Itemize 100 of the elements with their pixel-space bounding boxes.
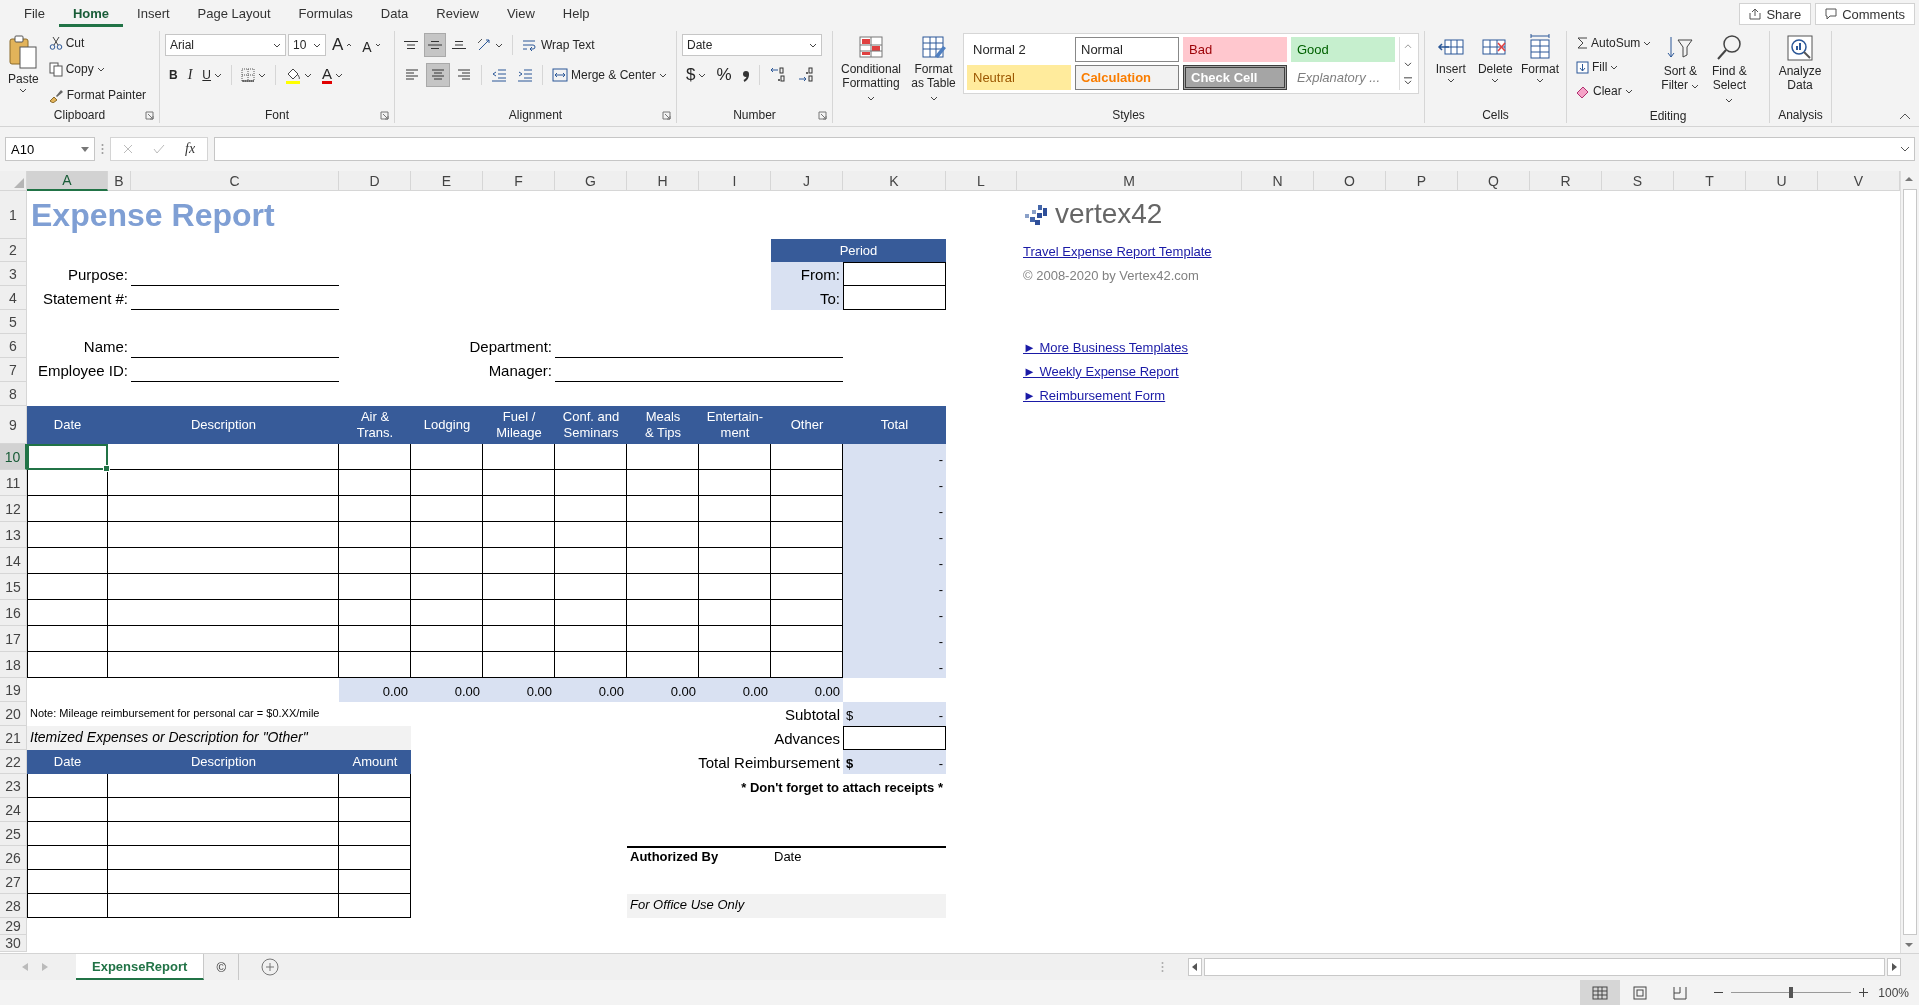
share-button[interactable]: Share: [1739, 3, 1812, 25]
column-header[interactable]: M: [1017, 171, 1242, 191]
column-header[interactable]: P: [1386, 171, 1458, 191]
input-cell[interactable]: [843, 262, 946, 286]
table-cell[interactable]: [108, 846, 339, 870]
link[interactable]: ► Reimbursement Form: [1023, 388, 1166, 403]
insert-function-button[interactable]: fx: [185, 141, 196, 157]
table-cell[interactable]: [555, 444, 627, 470]
column-header[interactable]: Q: [1458, 171, 1530, 191]
table-cell[interactable]: [339, 600, 411, 626]
zoom-in-icon[interactable]: [1859, 988, 1869, 997]
table-cell[interactable]: [339, 846, 411, 870]
table-cell[interactable]: [627, 522, 699, 548]
table-cell[interactable]: [108, 822, 339, 846]
row-header[interactable]: 13: [0, 522, 27, 548]
currency-button[interactable]: $: [682, 63, 711, 87]
column-header[interactable]: B: [108, 171, 131, 191]
collapse-ribbon-icon[interactable]: [1899, 112, 1911, 120]
find-select-button[interactable]: Find & Select: [1705, 31, 1754, 109]
table-cell[interactable]: [699, 626, 771, 652]
table-cell[interactable]: [699, 600, 771, 626]
table-cell[interactable]: [339, 470, 411, 496]
table-cell[interactable]: [339, 798, 411, 822]
table-cell[interactable]: [27, 798, 108, 822]
align-middle-button[interactable]: [424, 33, 446, 57]
row-header[interactable]: 12: [0, 496, 27, 522]
row-header[interactable]: 18: [0, 652, 27, 678]
table-cell[interactable]: [108, 626, 339, 652]
table-cell[interactable]: [483, 626, 555, 652]
table-cell[interactable]: [699, 522, 771, 548]
delete-button[interactable]: Delete: [1474, 31, 1516, 86]
row-header[interactable]: 26: [0, 846, 27, 870]
dialog-launcher-icon[interactable]: [662, 110, 671, 120]
table-cell[interactable]: [339, 774, 411, 798]
add-sheet-icon[interactable]: [260, 958, 279, 976]
column-header[interactable]: N: [1242, 171, 1314, 191]
sheet-tab[interactable]: ExpenseReport: [76, 954, 205, 980]
font-name-field[interactable]: Arial: [165, 34, 286, 56]
table-cell[interactable]: [27, 470, 108, 496]
table-cell[interactable]: [108, 470, 339, 496]
table-cell[interactable]: [483, 600, 555, 626]
zoom-level[interactable]: 100%: [1878, 985, 1909, 1000]
table-cell[interactable]: [108, 652, 339, 678]
table-cell[interactable]: [27, 600, 108, 626]
table-cell[interactable]: [627, 470, 699, 496]
scrollbar-thumb[interactable]: [1903, 189, 1917, 935]
table-cell[interactable]: [27, 444, 108, 470]
row-header[interactable]: 21: [0, 726, 27, 750]
font-size-field[interactable]: 10: [288, 34, 326, 56]
table-cell[interactable]: [339, 496, 411, 522]
table-cell[interactable]: [411, 522, 483, 548]
table-cell[interactable]: [339, 574, 411, 600]
number-format-field[interactable]: Date: [682, 34, 822, 56]
table-cell[interactable]: [627, 496, 699, 522]
table-cell[interactable]: [699, 444, 771, 470]
row-header[interactable]: 23: [0, 774, 27, 798]
ribbon-tab[interactable]: Data: [366, 0, 423, 27]
dialog-launcher-icon[interactable]: [818, 110, 827, 120]
table-cell[interactable]: [339, 444, 411, 470]
row-header[interactable]: 15: [0, 574, 27, 600]
table-cell[interactable]: [483, 444, 555, 470]
table-cell[interactable]: [339, 870, 411, 894]
row-header[interactable]: 9: [0, 406, 27, 444]
font-color-button[interactable]: A: [318, 63, 348, 87]
column-header[interactable]: K: [843, 171, 946, 191]
row-header[interactable]: 30: [0, 935, 27, 952]
column-header[interactable]: T: [1674, 171, 1746, 191]
column-header[interactable]: C: [131, 171, 339, 191]
expand-icon[interactable]: [1900, 146, 1910, 152]
table-cell[interactable]: [699, 548, 771, 574]
input-cell[interactable]: [843, 726, 946, 750]
table-cell[interactable]: [411, 444, 483, 470]
copy-button[interactable]: Copy: [44, 57, 151, 81]
ribbon-tab[interactable]: Review: [422, 0, 493, 27]
ribbon-tab[interactable]: Insert: [123, 0, 184, 27]
format-painter-button[interactable]: Format Painter: [44, 83, 151, 107]
bold-button[interactable]: B: [165, 63, 182, 87]
table-cell[interactable]: [699, 574, 771, 600]
name-box[interactable]: A10: [5, 137, 95, 161]
table-cell[interactable]: [108, 548, 339, 574]
row-header[interactable]: 29: [0, 918, 27, 935]
table-cell[interactable]: [27, 548, 108, 574]
row-header[interactable]: 27: [0, 870, 27, 894]
vertical-scrollbar[interactable]: [1900, 171, 1919, 953]
table-cell[interactable]: [411, 470, 483, 496]
table-cell[interactable]: [627, 444, 699, 470]
row-header[interactable]: 24: [0, 798, 27, 822]
table-cell[interactable]: [108, 496, 339, 522]
table-cell[interactable]: [483, 574, 555, 600]
table-cell[interactable]: [108, 574, 339, 600]
table-cell[interactable]: [699, 470, 771, 496]
fill-handle[interactable]: [103, 465, 110, 472]
row-header[interactable]: 1: [0, 191, 27, 239]
table-cell[interactable]: [627, 574, 699, 600]
table-cell[interactable]: [411, 600, 483, 626]
table-cell[interactable]: [27, 522, 108, 548]
ribbon-tab[interactable]: Page Layout: [183, 0, 285, 27]
column-header[interactable]: J: [771, 171, 843, 191]
wrap-text-button[interactable]: Wrap Text: [518, 33, 599, 57]
table-cell[interactable]: [483, 522, 555, 548]
